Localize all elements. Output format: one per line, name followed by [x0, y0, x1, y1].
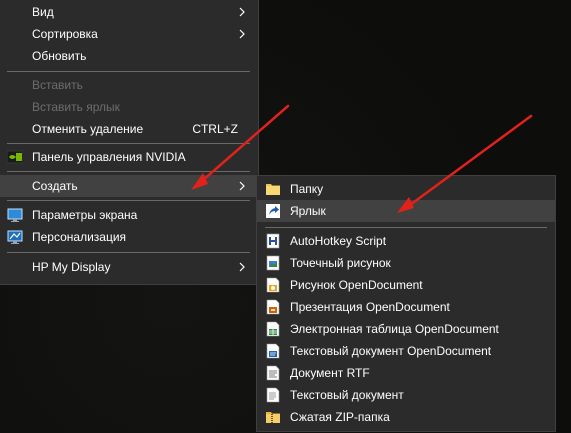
menu-item-refresh[interactable]: Обновить [0, 45, 258, 67]
menu-separator [7, 200, 250, 201]
chevron-right-icon [239, 29, 245, 39]
submenu-item-label: Документ RTF [290, 366, 370, 380]
submenu-item-label: Сжатая ZIP-папка [290, 410, 390, 424]
menu-item-label: HP My Display [32, 260, 111, 274]
odt-icon [266, 343, 280, 359]
submenu-item-text-document[interactable]: Текстовый документ [257, 384, 555, 406]
menu-item-label: Персонализация [32, 230, 127, 244]
menu-separator [7, 143, 250, 144]
chevron-right-icon [239, 262, 245, 272]
menu-item-sort[interactable]: Сортировка [0, 23, 258, 45]
menu-item-label: Вставить [32, 78, 83, 92]
submenu-item-label: AutoHotkey Script [290, 234, 387, 248]
desktop-context-menu: Вид Сортировка Обновить Вставить Вставит… [0, 0, 259, 285]
bitmap-icon [266, 255, 280, 271]
chevron-right-icon [239, 7, 245, 17]
submenu-item-ods-spreadsheet[interactable]: Электронная таблица OpenDocument [257, 318, 555, 340]
menu-separator [7, 252, 250, 253]
submenu-item-label: Презентация OpenDocument [290, 300, 450, 314]
menu-item-label: Вставить ярлык [32, 100, 120, 114]
submenu-item-label: Папку [290, 182, 324, 196]
menu-item-display-settings[interactable]: Параметры экрана [0, 204, 258, 226]
menu-item-create[interactable]: Создать [0, 175, 258, 197]
menu-item-hp-my-display[interactable]: HP My Display [0, 256, 258, 278]
rtf-icon [266, 365, 280, 381]
menu-separator [7, 171, 250, 172]
submenu-item-zip-folder[interactable]: Сжатая ZIP-папка [257, 406, 555, 428]
submenu-item-rtf-document[interactable]: Документ RTF [257, 362, 555, 384]
menu-item-label: Сортировка [32, 27, 98, 41]
menu-item-label: Обновить [32, 49, 87, 63]
menu-item-label: Параметры экрана [32, 208, 138, 222]
menu-item-paste: Вставить [0, 74, 258, 96]
folder-icon [266, 184, 280, 195]
display-settings-icon [7, 208, 23, 222]
submenu-item-odt-text[interactable]: Текстовый документ OpenDocument [257, 340, 555, 362]
submenu-item-label: Электронная таблица OpenDocument [290, 322, 499, 336]
submenu-item-label: Текстовый документ OpenDocument [290, 344, 492, 358]
submenu-item-odp-presentation[interactable]: Презентация OpenDocument [257, 296, 555, 318]
create-submenu: Папку Ярлык AutoHotkey Script Точечный р… [256, 175, 556, 432]
submenu-item-odg-drawing[interactable]: Рисунок OpenDocument [257, 274, 555, 296]
shortcut-text: CTRL+Z [192, 122, 238, 136]
submenu-item-label: Рисунок OpenDocument [290, 278, 423, 292]
menu-item-label: Отменить удаление [32, 122, 144, 136]
odp-icon [266, 299, 280, 315]
menu-item-undo-delete[interactable]: Отменить удаление CTRL+Z [0, 118, 258, 140]
menu-item-label: Создать [32, 179, 78, 193]
odg-icon [266, 277, 280, 293]
zip-icon [266, 412, 280, 423]
ods-icon [266, 321, 280, 337]
nvidia-icon [7, 150, 23, 164]
menu-item-view[interactable]: Вид [0, 1, 258, 23]
menu-item-paste-shortcut: Вставить ярлык [0, 96, 258, 118]
menu-item-nvidia-control-panel[interactable]: Панель управления NVIDIA [0, 146, 258, 168]
menu-item-label: Вид [32, 5, 54, 19]
submenu-item-shortcut[interactable]: Ярлык [257, 200, 555, 222]
menu-separator [265, 227, 547, 228]
submenu-item-autohotkey-script[interactable]: AutoHotkey Script [257, 230, 555, 252]
txt-icon [266, 387, 280, 403]
submenu-item-label: Точечный рисунок [290, 256, 391, 270]
menu-item-personalization[interactable]: Персонализация [0, 226, 258, 248]
submenu-item-bitmap[interactable]: Точечный рисунок [257, 252, 555, 274]
autohotkey-icon [266, 233, 280, 249]
chevron-right-icon [239, 181, 245, 191]
submenu-item-label: Текстовый документ [290, 388, 404, 402]
submenu-item-label: Ярлык [290, 204, 326, 218]
personalization-icon [7, 230, 23, 244]
menu-separator [7, 71, 250, 72]
menu-item-label: Панель управления NVIDIA [32, 150, 186, 164]
shortcut-icon [266, 204, 280, 218]
submenu-item-folder[interactable]: Папку [257, 178, 555, 200]
